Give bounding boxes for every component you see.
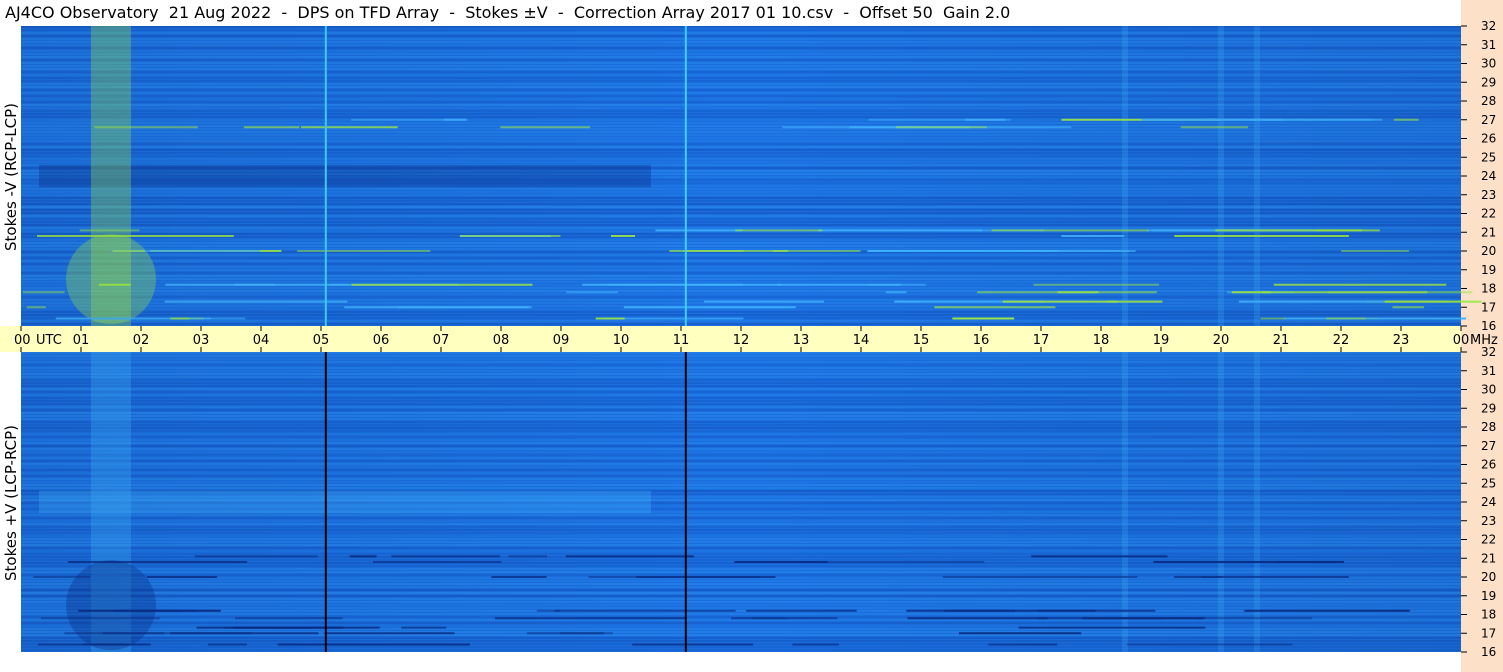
freq-tick-label: 20 xyxy=(1481,570,1496,584)
time-tick-label: 14 xyxy=(853,333,870,348)
freq-tick-label: 26 xyxy=(1481,458,1496,472)
freq-tick-label: 21 xyxy=(1481,225,1496,239)
panel-stokes-plus-v xyxy=(21,352,1461,652)
freq-tick-label: 17 xyxy=(1481,300,1496,314)
freq-tick-label: 16 xyxy=(1481,319,1496,333)
freq-tick-label: 30 xyxy=(1481,383,1496,397)
top-panel-ylabel: Stokes -V (RCP-LCP) xyxy=(2,103,20,251)
freq-tick-label: 18 xyxy=(1481,282,1496,296)
freq-tick-label: 20 xyxy=(1481,244,1496,258)
time-tick-label: 03 xyxy=(193,333,210,348)
freq-tick-label: 18 xyxy=(1481,608,1496,622)
time-axis: 00 01 02 03 04 05 06 07 08 09 10 11 12 13 14 15 16 17 18 19… xyxy=(0,326,1498,352)
time-tick-label: 22 xyxy=(1333,333,1350,348)
freq-tick-label: 31 xyxy=(1481,38,1496,52)
freq-tick-label: 27 xyxy=(1481,113,1496,127)
freq-tick-label: 26 xyxy=(1481,132,1496,146)
time-tick-label: 16 xyxy=(973,333,990,348)
time-tick-label: 09 xyxy=(553,333,570,348)
freq-tick-label: 22 xyxy=(1481,533,1496,547)
time-tick-label: 20 xyxy=(1213,333,1230,348)
freq-tick-label: 29 xyxy=(1481,401,1496,415)
freq-tick-label: 22 xyxy=(1481,207,1496,221)
time-axis-band xyxy=(0,326,1461,352)
freq-tick-label: 24 xyxy=(1481,169,1496,183)
freq-tick-label: 32 xyxy=(1481,19,1496,33)
freq-tick-label: 21 xyxy=(1481,551,1496,565)
time-tick-label: 10 xyxy=(613,333,630,348)
time-tick-label: 04 xyxy=(253,333,270,348)
time-tick-label: 06 xyxy=(373,333,390,348)
freq-tick-label: 28 xyxy=(1481,420,1496,434)
time-tick-label: 15 xyxy=(913,333,930,348)
heatmap-shading xyxy=(21,26,1461,326)
freq-tick-label: 24 xyxy=(1481,495,1496,509)
freq-tick-label: 25 xyxy=(1481,476,1496,490)
time-tick-label: 05 xyxy=(313,333,330,348)
freq-tick-label: 25 xyxy=(1481,150,1496,164)
bottom-panel-ylabel: Stokes +V (LCP-RCP) xyxy=(2,425,20,581)
spectrogram-figure: 00 01 02 03 04 05 06 07 08 09 10 11 12 13 14 15 16 17 18 19… xyxy=(0,0,1503,672)
time-tick-label: 13 xyxy=(793,333,810,348)
freq-tick-label: 28 xyxy=(1481,94,1496,108)
time-tick-label: 02 xyxy=(133,333,150,348)
freq-tick-label: 31 xyxy=(1481,364,1496,378)
freq-tick-label: 23 xyxy=(1481,514,1496,528)
time-tick-label: 00 xyxy=(1453,333,1470,348)
time-tick-label: 21 xyxy=(1273,333,1290,348)
freq-tick-label: 29 xyxy=(1481,75,1496,89)
freq-tick-label: 23 xyxy=(1481,188,1496,202)
freq-tick-label: 19 xyxy=(1481,589,1496,603)
heatmap-shading xyxy=(21,352,1461,652)
time-tick-label: 01 xyxy=(73,333,90,348)
time-tick-label: 08 xyxy=(493,333,510,348)
freq-tick-label: 30 xyxy=(1481,57,1496,71)
time-axis-utc-label: UTC xyxy=(36,333,62,348)
time-tick-label: 19 xyxy=(1153,333,1170,348)
freq-tick-label: 27 xyxy=(1481,439,1496,453)
time-tick-label: 00 xyxy=(14,333,31,348)
time-tick-label: 11 xyxy=(673,333,690,348)
time-tick-label: 07 xyxy=(433,333,450,348)
time-tick-label: 17 xyxy=(1033,333,1050,348)
freq-tick-label: 16 xyxy=(1481,645,1496,659)
freq-tick-label: 19 xyxy=(1481,263,1496,277)
freq-tick-label: 17 xyxy=(1481,626,1496,640)
time-tick-label: 23 xyxy=(1393,333,1410,348)
time-tick-label: 12 xyxy=(733,333,750,348)
freq-tick-label: 32 xyxy=(1481,345,1496,359)
time-tick-label: 18 xyxy=(1093,333,1110,348)
panel-stokes-minus-v xyxy=(21,26,1482,326)
